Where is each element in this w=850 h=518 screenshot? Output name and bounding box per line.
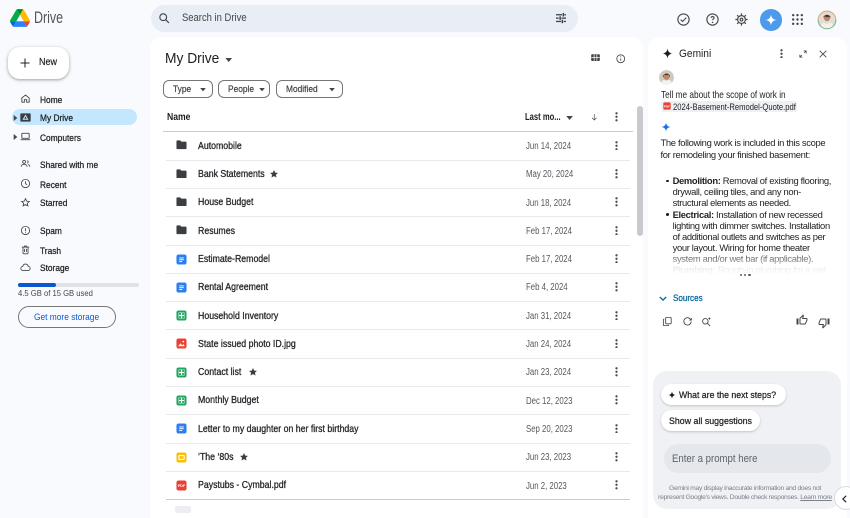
svg-text:PDF: PDF <box>664 104 670 108</box>
svg-text:PDF: PDF <box>178 484 186 488</box>
